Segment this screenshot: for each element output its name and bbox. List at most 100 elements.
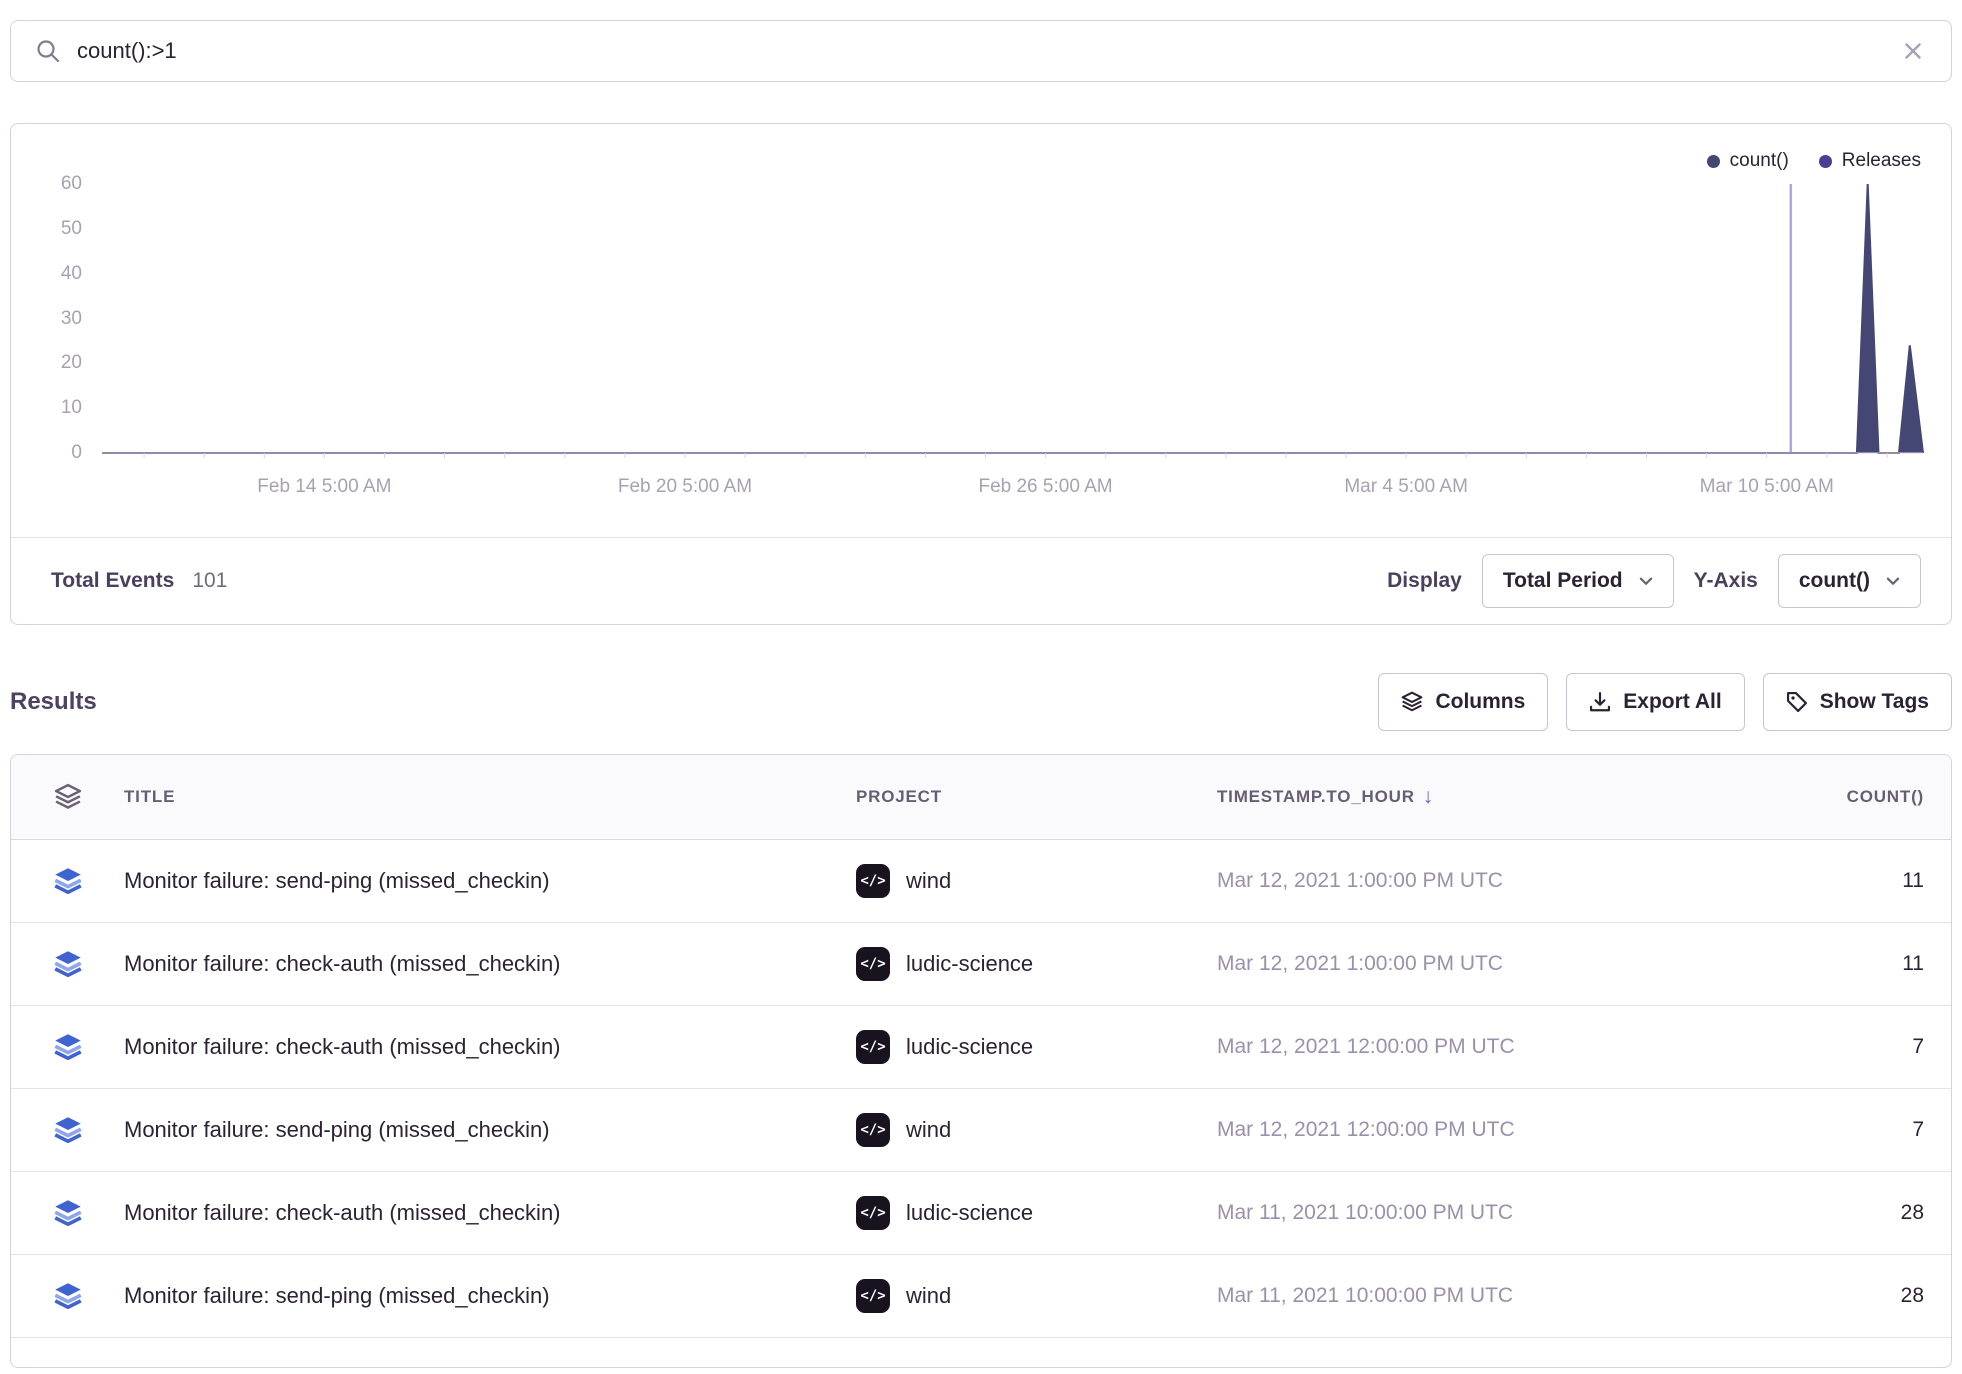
row-project-cell: </> ludic-science [856, 1196, 1217, 1230]
project-platform-icon: </> [856, 1279, 890, 1313]
show-tags-button-label: Show Tags [1820, 690, 1929, 714]
display-select-value: Total Period [1503, 569, 1623, 593]
row-project-cell: </> ludic-science [856, 947, 1217, 981]
x-axis-tick-label: Mar 4 5:00 AM [1296, 474, 1516, 500]
total-events-value: 101 [192, 569, 227, 593]
row-count: 11 [1902, 952, 1924, 976]
table-row[interactable]: Monitor failure: send-ping (missed_check… [11, 840, 1951, 923]
stack-icon [54, 783, 82, 811]
project-platform-icon: </> [856, 1196, 890, 1230]
row-title[interactable]: Monitor failure: check-auth (missed_chec… [124, 1034, 561, 1059]
y-axis-tick-label: 20 [22, 352, 82, 374]
row-project-cell: </> wind [856, 1279, 1217, 1313]
results-header: Results Columns [10, 673, 1952, 731]
project-platform-icon: </> [856, 947, 890, 981]
row-timestamp: Mar 12, 2021 12:00:00 PM UTC [1217, 1118, 1515, 1141]
layers-icon [1401, 691, 1423, 713]
event-stack-icon [53, 1281, 83, 1311]
legend-item-count[interactable]: count() [1707, 150, 1789, 172]
table-row[interactable]: Monitor failure: check-auth (missed_chec… [11, 1172, 1951, 1255]
column-header-count[interactable]: COUNT() [1677, 787, 1951, 807]
table-body: Monitor failure: send-ping (missed_check… [11, 840, 1951, 1338]
row-project: ludic-science [906, 951, 1033, 977]
y-axis-select-value: count() [1799, 569, 1870, 593]
search-icon [35, 38, 61, 64]
row-count: 28 [1901, 1201, 1924, 1225]
table-header: TITLE PROJECT TIMESTAMP.TO_HOUR ↓ COUNT(… [11, 755, 1951, 840]
x-axis-tick-label: Feb 20 5:00 AM [575, 474, 795, 500]
row-count: 7 [1912, 1035, 1924, 1059]
row-project: wind [906, 868, 951, 894]
row-icon-cell [11, 949, 124, 979]
event-stack-icon [53, 1115, 83, 1145]
row-timestamp: Mar 11, 2021 10:00:00 PM UTC [1217, 1201, 1513, 1224]
row-project-cell: </> wind [856, 864, 1217, 898]
legend-label-releases: Releases [1842, 150, 1921, 172]
row-project-cell: </> wind [856, 1113, 1217, 1147]
display-select[interactable]: Total Period [1482, 554, 1674, 608]
row-icon-cell [11, 866, 124, 896]
event-stack-icon [53, 866, 83, 896]
row-title[interactable]: Monitor failure: send-ping (missed_check… [124, 868, 550, 893]
table-row[interactable]: Monitor failure: send-ping (missed_check… [11, 1255, 1951, 1338]
search-bar [10, 20, 1952, 82]
export-all-button[interactable]: Export All [1566, 673, 1744, 731]
chevron-down-icon [1886, 577, 1900, 586]
table-row[interactable]: Monitor failure: check-auth (missed_chec… [11, 1006, 1951, 1089]
chart-panel: count() Releases 0102030405060 Feb 14 5:… [10, 123, 1952, 625]
chart-y-axis-labels: 0102030405060 [11, 184, 92, 453]
table-row[interactable]: Monitor failure: send-ping (missed_check… [11, 1089, 1951, 1172]
row-count: 7 [1912, 1118, 1924, 1142]
row-count: 28 [1901, 1284, 1924, 1308]
y-axis-tick-label: 30 [22, 308, 82, 330]
x-axis-tick-label: Feb 26 5:00 AM [936, 474, 1156, 500]
columns-button-label: Columns [1435, 690, 1525, 714]
chart-legend: count() Releases [1707, 150, 1921, 172]
clear-search-icon[interactable] [1901, 39, 1925, 63]
show-tags-button[interactable]: Show Tags [1763, 673, 1952, 731]
row-title[interactable]: Monitor failure: check-auth (missed_chec… [124, 1200, 561, 1225]
columns-button[interactable]: Columns [1378, 673, 1548, 731]
search-input[interactable] [77, 38, 1885, 64]
event-stack-icon [53, 1198, 83, 1228]
legend-item-releases[interactable]: Releases [1819, 150, 1921, 172]
column-header-title[interactable]: TITLE [124, 787, 856, 807]
row-title[interactable]: Monitor failure: check-auth (missed_chec… [124, 951, 561, 976]
column-header-timestamp[interactable]: TIMESTAMP.TO_HOUR ↓ [1217, 785, 1677, 809]
header-icon-cell [11, 783, 124, 811]
y-axis-select[interactable]: count() [1778, 554, 1921, 608]
row-project: ludic-science [906, 1034, 1033, 1060]
results-table: TITLE PROJECT TIMESTAMP.TO_HOUR ↓ COUNT(… [10, 754, 1952, 1368]
y-axis-tick-label: 40 [22, 263, 82, 285]
column-header-project[interactable]: PROJECT [856, 787, 1217, 807]
row-project: wind [906, 1117, 951, 1143]
y-axis-label: Y-Axis [1694, 569, 1758, 593]
row-icon-cell [11, 1115, 124, 1145]
row-title[interactable]: Monitor failure: send-ping (missed_check… [124, 1283, 550, 1308]
row-timestamp: Mar 12, 2021 1:00:00 PM UTC [1217, 869, 1503, 892]
download-icon [1589, 691, 1611, 713]
row-title[interactable]: Monitor failure: send-ping (missed_check… [124, 1117, 550, 1142]
event-stack-icon [53, 949, 83, 979]
x-axis-tick-label: Feb 14 5:00 AM [214, 474, 434, 500]
y-axis-tick-label: 60 [22, 173, 82, 195]
total-events-label: Total Events [51, 569, 174, 593]
project-platform-icon: </> [856, 1113, 890, 1147]
legend-dot-count [1707, 155, 1720, 168]
x-axis-tick-label: Mar 10 5:00 AM [1657, 474, 1877, 500]
row-icon-cell [11, 1032, 124, 1062]
row-timestamp: Mar 12, 2021 12:00:00 PM UTC [1217, 1035, 1515, 1058]
results-actions: Columns Export All [1378, 673, 1952, 731]
legend-label-count: count() [1730, 150, 1789, 172]
project-platform-icon: </> [856, 1030, 890, 1064]
row-project: ludic-science [906, 1200, 1033, 1226]
row-icon-cell [11, 1198, 124, 1228]
y-axis-tick-label: 10 [22, 397, 82, 419]
table-row[interactable]: Monitor failure: check-auth (missed_chec… [11, 923, 1951, 1006]
chart-plot[interactable] [102, 184, 1923, 453]
sort-desc-icon: ↓ [1423, 785, 1434, 809]
chevron-down-icon [1639, 577, 1653, 586]
tag-icon [1786, 691, 1808, 713]
chart-x-axis-labels: Feb 14 5:00 AM Feb 20 5:00 AM Feb 26 5:00 … [102, 474, 1923, 500]
row-count: 11 [1902, 869, 1924, 893]
